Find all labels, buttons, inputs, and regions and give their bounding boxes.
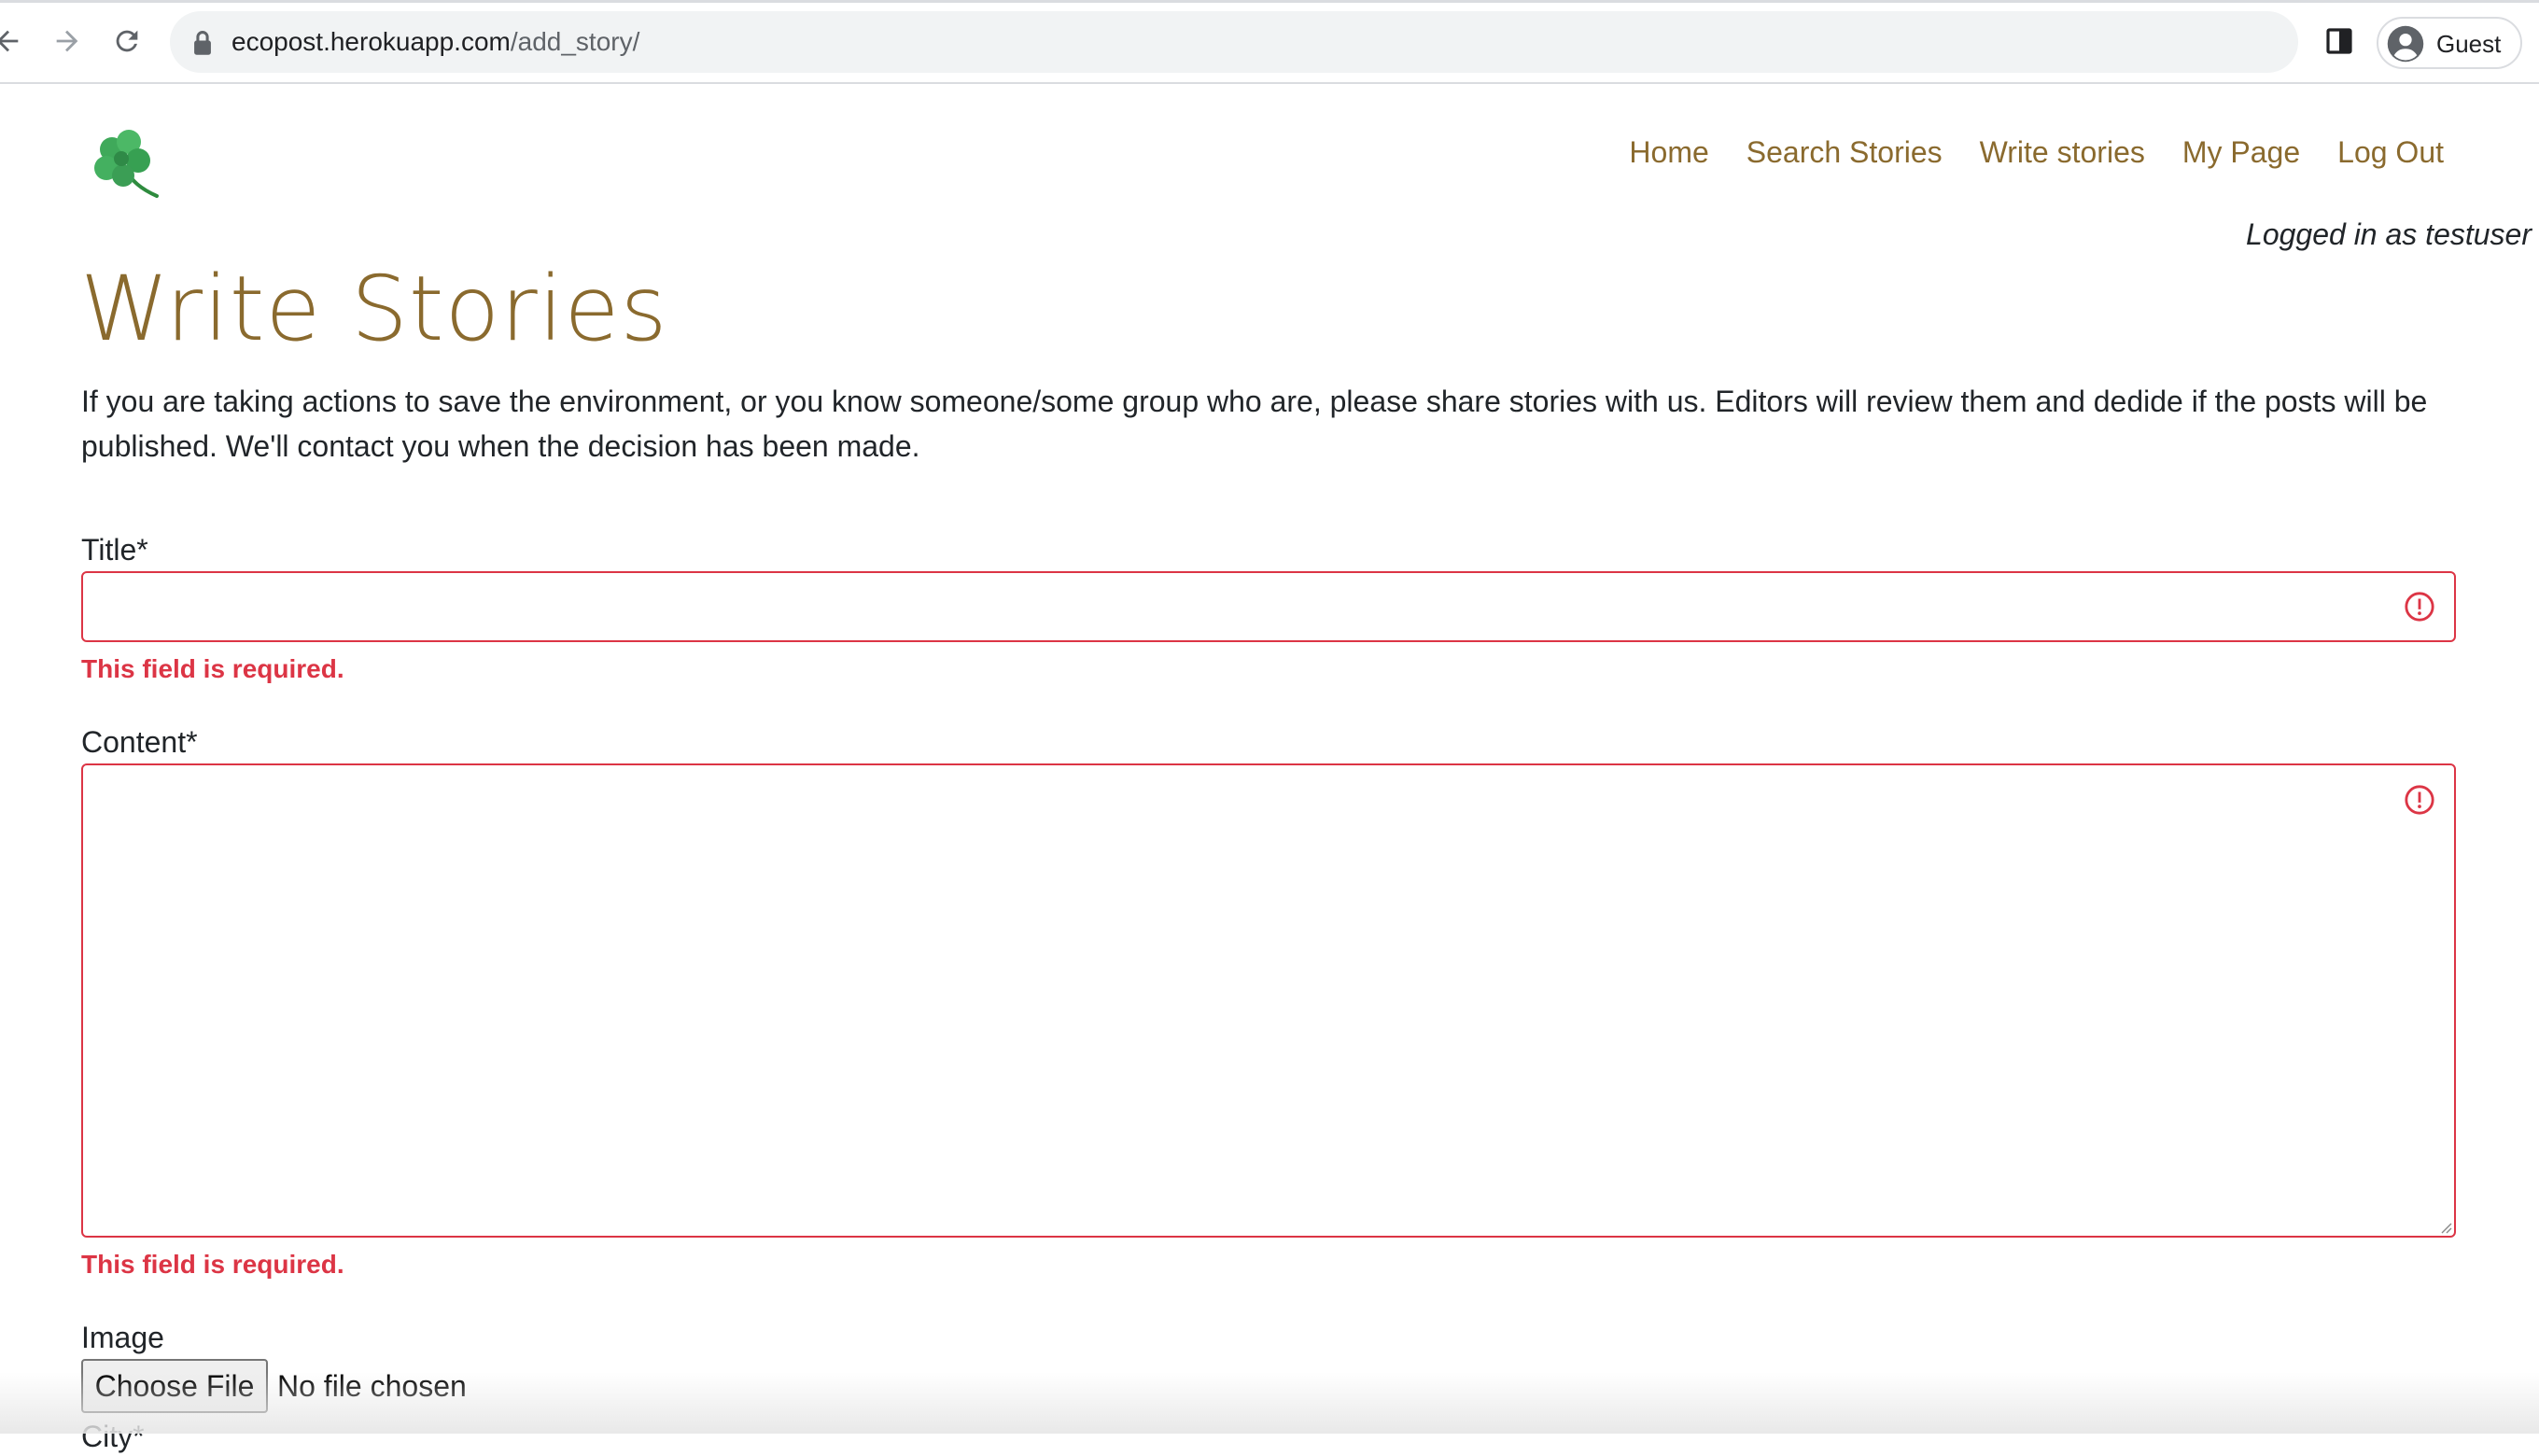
- site-navigation: Home Search Stories Write stories My Pag…: [1610, 131, 2462, 174]
- nav-search-stories-link[interactable]: Search Stories: [1728, 131, 1961, 174]
- lock-icon: [194, 31, 211, 55]
- error-icon: [2405, 785, 2434, 815]
- address-bar[interactable]: ecopost.herokuapp.com/add_story/: [170, 11, 2298, 73]
- profile-label: Guest: [2436, 30, 2502, 58]
- url-host: ecopost.herokuapp.com: [231, 27, 511, 56]
- url-text: ecopost.herokuapp.com/add_story/: [231, 27, 639, 57]
- url-path: /add_story/: [510, 27, 640, 56]
- page-title: Write Stories: [80, 257, 668, 361]
- clover-logo-icon[interactable]: [84, 127, 164, 207]
- intro-paragraph: If you are taking actions to save the en…: [81, 385, 2428, 463]
- choose-file-button[interactable]: Choose File: [81, 1359, 268, 1413]
- title-input[interactable]: [81, 571, 2456, 642]
- nav-my-page-link[interactable]: My Page: [2164, 131, 2319, 174]
- side-panel-icon[interactable]: [2324, 26, 2354, 56]
- resize-grip-icon[interactable]: [2439, 1221, 2452, 1234]
- account-circle-icon: [2387, 25, 2424, 63]
- reload-icon: [116, 30, 138, 52]
- city-label: City*: [81, 1420, 145, 1453]
- title-label: Title*: [81, 533, 148, 567]
- nav-home-link[interactable]: Home: [1610, 131, 1727, 174]
- arrow-right-icon: [56, 30, 78, 52]
- logged-in-status: Logged in as testuser: [2246, 217, 2532, 251]
- content-error: This field is required.: [81, 1250, 344, 1279]
- content-label: Content*: [81, 725, 198, 759]
- nav-log-out-link[interactable]: Log Out: [2319, 131, 2462, 174]
- profile-button[interactable]: Guest: [2377, 17, 2522, 69]
- error-icon: [2405, 592, 2434, 622]
- arrow-left-icon: [0, 30, 19, 52]
- back-button[interactable]: [0, 21, 28, 62]
- tab-strip-edge: [0, 0, 2539, 3]
- forward-button[interactable]: [47, 21, 88, 62]
- browser-toolbar: ecopost.herokuapp.com/add_story/ Guest: [0, 0, 2539, 84]
- content-textarea[interactable]: [81, 763, 2456, 1238]
- nav-write-stories-link[interactable]: Write stories: [1961, 131, 2164, 174]
- image-label: Image: [81, 1321, 164, 1354]
- title-error: This field is required.: [81, 654, 344, 683]
- file-status-text: No file chosen: [277, 1369, 467, 1403]
- reload-button[interactable]: [106, 21, 147, 62]
